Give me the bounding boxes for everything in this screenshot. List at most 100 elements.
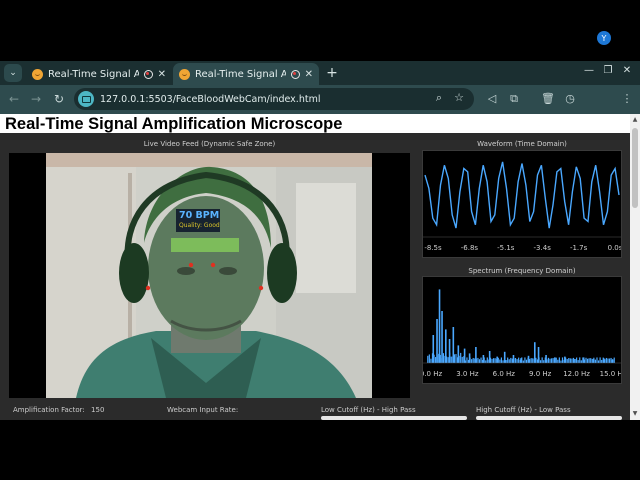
- scroll-down-arrow-icon[interactable]: ▼: [631, 410, 639, 417]
- page-scrollbar[interactable]: ▲ ▼: [630, 114, 640, 420]
- spectrum-noise-bar: [588, 358, 590, 363]
- spectrum-noise-bar: [428, 354, 430, 363]
- signal-quality: Quality: Good: [179, 222, 220, 229]
- video-panel-label: Live Video Feed (Dynamic Safe Zone): [143, 140, 276, 148]
- spectrum-noise-bar: [613, 357, 615, 363]
- plus-icon: +: [326, 65, 338, 81]
- spectrum-bar: [432, 335, 435, 363]
- zoom-search-icon[interactable]: ⌕: [432, 91, 446, 105]
- spectrum-bar: [611, 359, 614, 363]
- maximize-button[interactable]: ❐: [601, 65, 615, 76]
- spectrum-bar: [533, 342, 536, 363]
- spectrum-noise-bar: [558, 357, 560, 363]
- address-bar[interactable]: 127.0.0.1:5503/FaceBloodWebCam/index.htm…: [74, 88, 474, 110]
- spectrum-tick-label: 12.0 Hz: [563, 370, 590, 378]
- spectrum-noise-bar: [530, 358, 532, 363]
- spectrum-tick-label: 15.0 Hz: [600, 370, 621, 378]
- media-muted-icon[interactable]: ◁: [484, 91, 500, 107]
- forehead-roi-box: [171, 238, 239, 252]
- spectrum-noise-bar: [427, 355, 429, 363]
- reload-icon: ↻: [53, 92, 65, 106]
- new-tab-button[interactable]: +: [325, 64, 339, 82]
- close-tab-icon[interactable]: ✕: [305, 69, 313, 80]
- spectrum-bar: [496, 356, 498, 363]
- spectrum-bar: [482, 355, 485, 363]
- spectrum-noise-bar: [541, 357, 543, 363]
- heart-rate-overlay: 70 BPM Quality: Good: [176, 209, 220, 232]
- tab-2[interactable]: Real-Time Signal Amp ✕: [173, 63, 319, 85]
- recording-indicator-icon: [290, 69, 300, 79]
- smiley-favicon-icon: [32, 68, 43, 80]
- tab-search-button[interactable]: ⌄: [4, 64, 22, 82]
- spectrum-tick-label: 6.0 Hz: [493, 370, 516, 378]
- tab-title: Real-Time Signal Amp: [48, 68, 139, 80]
- spectrum-noise-bar: [486, 357, 488, 363]
- back-button[interactable]: ←: [6, 91, 22, 107]
- spectrum-noise-bar: [590, 358, 592, 363]
- live-video-feed: [46, 153, 372, 398]
- tab-title: Real-Time Signal Amp: [195, 68, 286, 80]
- spectrum-bar: [438, 289, 441, 363]
- spectrum-bar: [445, 329, 447, 363]
- bookmark-star-icon[interactable]: ☆: [452, 91, 466, 104]
- spectrum-noise-bar: [461, 356, 463, 363]
- spectrum-noise-bar: [524, 357, 526, 363]
- spectrum-noise-bar: [492, 358, 495, 363]
- spectrum-noise-bar: [568, 358, 570, 363]
- spectrum-bar: [452, 327, 455, 363]
- spectrum-noise-bar: [576, 357, 578, 363]
- more-menu-icon[interactable]: ⋮: [619, 91, 635, 107]
- profile-avatar[interactable]: Y: [597, 31, 611, 45]
- spectrum-bar: [457, 345, 460, 363]
- spectrum-bar: [592, 359, 595, 363]
- recording-indicator-icon: [143, 69, 153, 79]
- spectrum-noise-bar: [510, 357, 512, 363]
- spectrum-bar: [488, 351, 491, 363]
- spectrum-noise-bar: [566, 359, 568, 363]
- spectrum-noise-bar: [557, 359, 559, 363]
- spectrum-bar: [582, 357, 585, 363]
- spectrum-noise-bar: [550, 358, 553, 363]
- tab-1[interactable]: Real-Time Signal Amp ✕: [26, 63, 172, 85]
- spectrum-noise-bar: [599, 357, 601, 363]
- minimize-button[interactable]: —: [582, 65, 596, 76]
- reload-button[interactable]: ↻: [51, 91, 67, 107]
- spectrum-bar: [520, 358, 522, 363]
- scroll-up-arrow-icon[interactable]: ▲: [631, 116, 639, 123]
- waveform-panel-label: Waveform (Time Domain): [477, 140, 567, 148]
- scrollbar-thumb[interactable]: [632, 128, 638, 208]
- spectrum-noise-bar: [522, 360, 524, 363]
- spectrum-noise-bar: [455, 354, 457, 363]
- spectrum-tick-label: 3.0 Hz: [456, 370, 479, 378]
- spectrum-bar: [436, 319, 438, 363]
- spectrum-noise-bar: [485, 360, 487, 363]
- extensions-icon[interactable]: ⧉: [506, 91, 522, 107]
- waveform-tick-label: -1.7s: [570, 244, 588, 252]
- amplification-label-text: Amplification Factor:: [13, 406, 85, 414]
- spectrum-noise-bar: [607, 358, 609, 363]
- close-tab-icon[interactable]: ✕: [158, 69, 166, 80]
- close-window-button[interactable]: ✕: [620, 65, 634, 76]
- spectrum-noise-bar: [477, 357, 479, 363]
- spectrum-noise-bar: [514, 357, 517, 363]
- spectrum-noise-bar: [561, 357, 564, 363]
- spectrum-noise-bar: [579, 357, 581, 363]
- spectrum-noise-bar: [480, 357, 482, 363]
- spectrum-noise-bar: [502, 360, 504, 363]
- restore-icon: ❐: [603, 65, 613, 76]
- amplification-value: 150: [91, 406, 105, 414]
- delete-icon[interactable]: 🗑: [540, 91, 556, 107]
- spectrum-noise-bar: [596, 357, 598, 363]
- history-icon[interactable]: ◷: [562, 91, 578, 107]
- spectrum-noise-bar: [532, 358, 534, 363]
- waveform-tick-label: 0.0s: [608, 244, 621, 252]
- spectrum-bar: [527, 355, 530, 363]
- page-title: Real-Time Signal Amplification Microscop…: [5, 115, 343, 133]
- forward-button[interactable]: →: [28, 91, 44, 107]
- spectrum-noise-bar: [586, 358, 589, 363]
- spectrum-noise-bar: [555, 357, 557, 363]
- close-icon: ✕: [622, 65, 632, 76]
- spectrum-noise-bar: [460, 352, 462, 363]
- url-text: 127.0.0.1:5503/FaceBloodWebCam/index.htm…: [100, 93, 321, 105]
- spectrum-noise-bar: [560, 360, 562, 363]
